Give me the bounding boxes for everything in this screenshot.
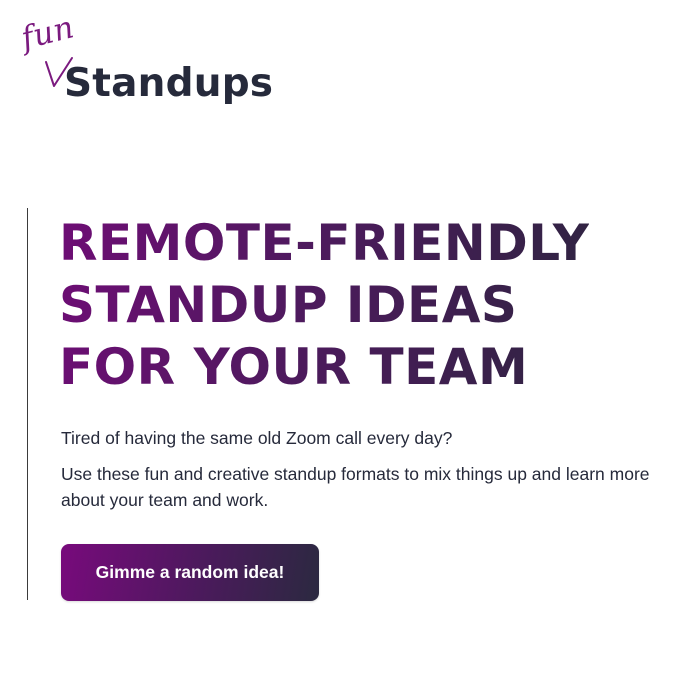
logo-standups-word: Standups — [64, 61, 274, 106]
hero-title: REMOTE-FRIENDLY STANDUP IDEAS FOR YOUR T… — [59, 212, 589, 398]
hero-intro-text: Tired of having the same old Zoom call e… — [61, 428, 453, 448]
site-logo[interactable]: fun Standups — [18, 9, 294, 114]
hero-description-text: Use these fun and creative standup forma… — [61, 464, 650, 510]
hero-title-line: REMOTE-FRIENDLY — [59, 214, 590, 272]
hero-section: REMOTE-FRIENDLY STANDUP IDEAS FOR YOUR T… — [27, 208, 678, 601]
hero-title-line: STANDUP IDEAS — [59, 276, 518, 334]
random-idea-button[interactable]: Gimme a random idea! — [61, 544, 319, 601]
hero-title-line: FOR YOUR TEAM — [59, 338, 529, 396]
logo-fun-word: fun — [17, 9, 78, 57]
